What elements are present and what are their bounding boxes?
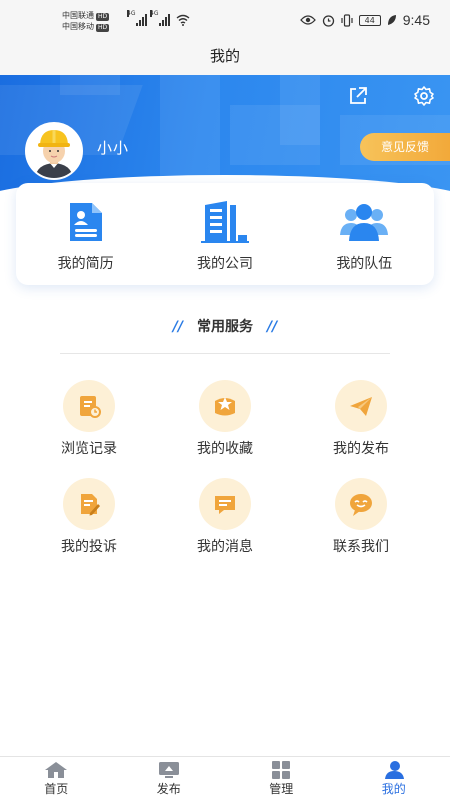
tab-label: 我的 (381, 782, 406, 796)
leaf-icon (387, 15, 396, 25)
service-label: 浏览记录 (61, 441, 117, 457)
service-messages[interactable]: 我的消息 (157, 478, 293, 556)
quick-link-label: 我的简历 (57, 256, 114, 272)
quick-link-label: 我的队伍 (336, 256, 393, 272)
tab-label: 管理 (269, 782, 294, 796)
company-building-icon (200, 201, 249, 243)
tab-label: 发布 (156, 782, 181, 796)
divider (60, 353, 390, 354)
tab-label: 首页 (44, 782, 69, 796)
manage-icon (272, 761, 291, 779)
service-label: 我的收藏 (197, 441, 253, 457)
complaint-icon (81, 494, 100, 516)
clock-time: 9:45 (402, 12, 430, 28)
service-complaints[interactable]: 我的投诉 (21, 478, 157, 556)
service-label: 我的发布 (333, 441, 389, 457)
signal-icon: 4G (127, 10, 147, 26)
service-label: 我的投诉 (61, 539, 117, 555)
tab-manage[interactable]: 管理 (225, 757, 338, 800)
publish-icon (158, 762, 179, 778)
quick-link-team[interactable]: 我的队伍 (295, 183, 434, 285)
message-icon (215, 496, 235, 514)
title-decor-left: // (172, 319, 183, 335)
settings-gear-icon[interactable] (413, 85, 435, 107)
carrier-1: 中国联通 (62, 11, 94, 20)
service-contact[interactable]: 联系我们 (293, 478, 429, 556)
service-posts[interactable]: 我的发布 (293, 380, 429, 458)
status-icons: 44 9:45 (299, 12, 430, 28)
tab-profile[interactable]: 我的 (338, 757, 450, 800)
home-icon (45, 762, 68, 778)
service-label: 我的消息 (197, 539, 253, 555)
carrier-2: 中国移动 (62, 22, 94, 31)
worker-avatar-icon (27, 124, 81, 178)
eye-icon (299, 15, 316, 25)
contact-icon (350, 494, 372, 516)
feedback-button[interactable]: 意见反馈 (360, 133, 450, 161)
services-section-title: // 常用服务 // (0, 316, 450, 336)
quick-links-card: 我的简历 我的公司 我的队伍 (16, 183, 434, 285)
wifi-icon (176, 14, 190, 26)
service-label: 联系我们 (333, 539, 389, 555)
share-icon[interactable] (347, 85, 369, 107)
avatar[interactable] (25, 122, 83, 180)
vibrate-icon (341, 13, 353, 27)
title-decor-right: // (267, 319, 278, 335)
signal-icon: 4G (150, 10, 170, 26)
bottom-tab-bar: 首页 发布 管理 我的 (0, 756, 450, 800)
quick-link-label: 我的公司 (196, 256, 253, 272)
hd-badge: HD (96, 24, 110, 32)
profile-icon (384, 761, 404, 779)
carrier-info: 中国联通 HD 中国移动 HD (62, 10, 110, 32)
favorite-icon (215, 397, 235, 416)
quick-link-company[interactable]: 我的公司 (155, 183, 294, 285)
quick-link-resume[interactable]: 我的简历 (16, 183, 155, 285)
alarm-icon (322, 14, 334, 27)
resume-icon (69, 203, 102, 241)
battery-icon: 44 (358, 14, 381, 26)
page-title: 我的 (209, 47, 240, 65)
tab-publish[interactable]: 发布 (113, 757, 226, 800)
team-icon (340, 204, 389, 241)
send-icon (350, 397, 372, 416)
status-bar: 中国联通 HD 中国移动 HD 4G 4G 44 9:45 (0, 0, 450, 40)
page-title-bar: 我的 (0, 40, 450, 75)
hd-badge: HD (96, 13, 110, 21)
username: 小小 (97, 139, 130, 157)
service-favorites[interactable]: 我的收藏 (157, 380, 293, 458)
services-grid: 浏览记录 我的收藏 我的发布 我的投诉 我的消息 联系我们 (21, 380, 429, 556)
history-icon (80, 396, 101, 418)
tab-home[interactable]: 首页 (0, 757, 113, 800)
services-title: 常用服务 (197, 319, 253, 335)
service-history[interactable]: 浏览记录 (21, 380, 157, 458)
